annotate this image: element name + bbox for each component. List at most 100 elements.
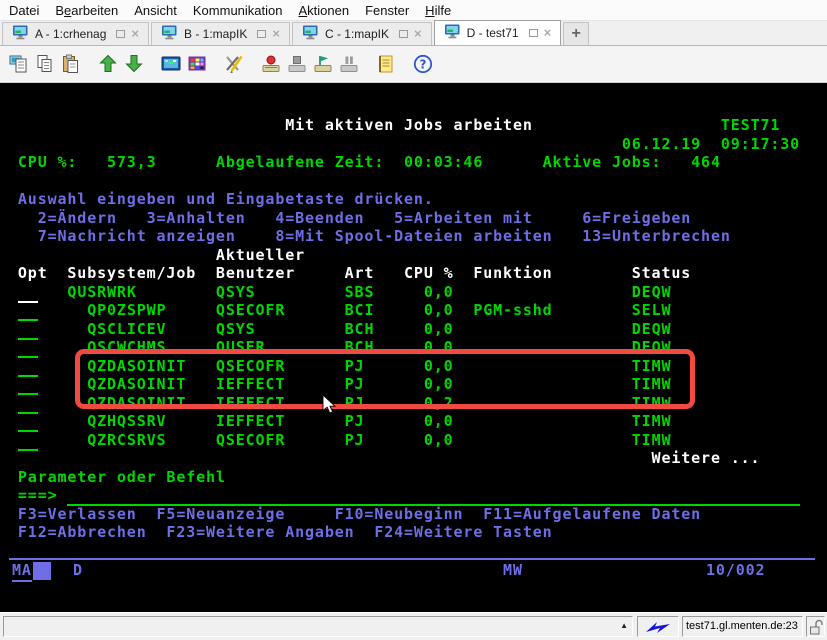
terminal-text: Parameter oder Befehl xyxy=(8,468,226,486)
menu-aktionen[interactable]: Aktionen xyxy=(299,3,350,18)
tab-session-c[interactable]: C - 1:mapIK × xyxy=(292,22,432,45)
macro-play-icon[interactable] xyxy=(310,50,336,78)
svg-text:?: ? xyxy=(420,57,427,71)
emulator-window: Datei Bearbeiten Ansicht Kommunikation Aktio… xyxy=(0,0,827,640)
oia-system-indicator: MA xyxy=(12,561,32,582)
restore-icon[interactable] xyxy=(257,30,266,38)
terminal-line: Opt Subsystem/Job Benutzer Art CPU % Fun… xyxy=(8,264,827,283)
terminal-text: 06.12.19 09:17:30 xyxy=(8,135,800,153)
edit-cut-icon[interactable] xyxy=(221,50,247,78)
restore-icon[interactable] xyxy=(529,29,538,37)
terminal-text xyxy=(8,357,18,375)
color-mapping-icon[interactable] xyxy=(184,50,210,78)
tab-label: C - 1:mapIK xyxy=(325,27,389,41)
terminal-line: QP0ZSPWP QSECOFR BCI 0,0 PGM-sshd SELW xyxy=(8,301,827,320)
terminal-text: TEST71 xyxy=(533,116,781,134)
tab-session-b[interactable]: B - 1:mapIK × xyxy=(151,22,290,45)
unlocked-padlock-icon xyxy=(809,619,823,635)
input-field[interactable] xyxy=(18,412,38,432)
close-icon[interactable]: × xyxy=(544,28,552,38)
tab-session-d[interactable]: D - test71 × xyxy=(434,20,562,45)
terminal-text: Weitere ... xyxy=(8,449,760,467)
terminal-line: QZRCSRVS QSECOFR PJ 0,0 TIMW xyxy=(8,431,827,450)
menu-datei[interactable]: Datei xyxy=(9,3,39,18)
restore-icon[interactable] xyxy=(116,30,125,38)
status-message-panel: ▲ xyxy=(3,616,633,637)
menu-ansicht[interactable]: Ansicht xyxy=(134,3,177,18)
terminal-text xyxy=(8,431,18,449)
menu-fenster[interactable]: Fenster xyxy=(365,3,409,18)
terminal-line: Weitere ... xyxy=(8,449,827,468)
copy-icon[interactable] xyxy=(32,50,58,78)
toolbar: ? xyxy=(0,46,827,83)
oia-status-row: MA D MW 10/002 xyxy=(0,561,827,581)
terminal-text: 2=Ändern 3=Anhalten 4=Beenden 5=Arbeiten… xyxy=(8,209,691,227)
copy-screen-icon[interactable] xyxy=(6,50,32,78)
terminal-line xyxy=(8,172,827,191)
tab-label: B - 1:mapIK xyxy=(184,27,247,41)
input-field[interactable] xyxy=(18,320,38,340)
input-field[interactable] xyxy=(18,431,38,451)
close-icon[interactable]: × xyxy=(131,29,139,39)
hostname-panel: test71.gl.menten.de:23 xyxy=(682,616,803,637)
input-field[interactable] xyxy=(18,338,38,358)
oia-session-id: D xyxy=(73,561,83,580)
session-monitor-icon xyxy=(12,25,29,43)
terminal-line: ===> xyxy=(8,486,827,505)
terminal-text: QSCLICEV QSYS BCH 0,0 DEQW xyxy=(38,320,672,338)
display-settings-icon[interactable] xyxy=(158,50,184,78)
menu-hilfe[interactable]: Hilfe xyxy=(425,3,451,18)
new-session-button[interactable]: + xyxy=(563,22,589,45)
terminal-screen[interactable]: Mit aktiven Jobs arbeiten TEST71 06.12.1… xyxy=(0,83,827,612)
terminal-text: QZHQSSRV IEFFECT PJ 0,0 TIMW xyxy=(38,412,672,430)
terminal-text xyxy=(8,283,18,301)
terminal-line: 06.12.19 09:17:30 xyxy=(8,135,827,154)
terminal-text xyxy=(8,394,18,412)
scratchpad-icon[interactable] xyxy=(373,50,399,78)
terminal-line: F3=Verlassen F5=Neuanzeige F10=Neubeginn… xyxy=(8,505,827,524)
macro-record-icon[interactable] xyxy=(258,50,284,78)
terminal-text: 7=Nachricht anzeigen 8=Mit Spool-Dateien… xyxy=(8,227,731,245)
tab-bar: A - 1:crhenag×B - 1:mapIK×C - 1:mapIK×D … xyxy=(0,21,827,46)
terminal-text xyxy=(8,412,18,430)
input-field[interactable] xyxy=(18,394,38,414)
receive-file-icon[interactable] xyxy=(121,50,147,78)
connection-status-panel xyxy=(637,616,679,637)
close-icon[interactable]: × xyxy=(272,29,280,39)
input-field[interactable] xyxy=(67,486,800,506)
oia-message-wait: MW xyxy=(503,561,523,580)
connection-lightning-icon xyxy=(645,620,671,634)
terminal-line: Aktueller xyxy=(8,246,827,265)
terminal-line: F12=Abbrechen F23=Weitere Angaben F24=We… xyxy=(8,523,827,542)
terminal-text: Opt Subsystem/Job Benutzer Art CPU % Fun… xyxy=(8,264,691,282)
terminal-text: QUSRWRK QSYS SBS 0,0 DEQW xyxy=(38,283,672,301)
help-icon[interactable]: ? xyxy=(410,50,436,78)
menu-kommunikation[interactable]: Kommunikation xyxy=(193,3,283,18)
terminal-text: F12=Abbrechen F23=Weitere Angaben F24=We… xyxy=(8,523,553,541)
terminal-text xyxy=(8,375,18,393)
oia-cursor-block xyxy=(33,562,51,580)
menu-bearbeiten[interactable]: Bearbeiten xyxy=(55,3,118,18)
paste-icon[interactable] xyxy=(58,50,84,78)
terminal-line: CPU %: 573,3 Abgelaufene Zeit: 00:03:46 … xyxy=(8,153,827,172)
input-field[interactable] xyxy=(18,375,38,395)
restore-icon[interactable] xyxy=(399,30,408,38)
terminal-line: 7=Nachricht anzeigen 8=Mit Spool-Dateien… xyxy=(8,227,827,246)
terminal-text: QP0ZSPWP QSECOFR BCI 0,0 PGM-sshd SELW xyxy=(38,301,672,319)
session-monitor-icon xyxy=(444,24,461,42)
input-field[interactable] xyxy=(18,357,38,377)
terminal-text: F3=Verlassen F5=Neuanzeige F10=Neubeginn… xyxy=(8,505,701,523)
tab-session-a[interactable]: A - 1:crhenag × xyxy=(2,22,149,45)
terminal-text: Aktueller xyxy=(8,246,305,264)
expand-arrow-icon[interactable]: ▲ xyxy=(620,621,628,631)
close-icon[interactable]: × xyxy=(414,29,422,39)
send-file-icon[interactable] xyxy=(95,50,121,78)
terminal-text: CPU %: 573,3 Abgelaufene Zeit: 00:03:46 … xyxy=(8,153,721,171)
input-field[interactable] xyxy=(18,283,38,303)
macro-stop-icon[interactable] xyxy=(284,50,310,78)
tab-label: D - test71 xyxy=(467,26,519,40)
macro-pause-icon[interactable] xyxy=(336,50,362,78)
tab-label: A - 1:crhenag xyxy=(35,27,106,41)
terminal-line: 2=Ändern 3=Anhalten 4=Beenden 5=Arbeiten… xyxy=(8,209,827,228)
input-field[interactable] xyxy=(18,301,38,321)
